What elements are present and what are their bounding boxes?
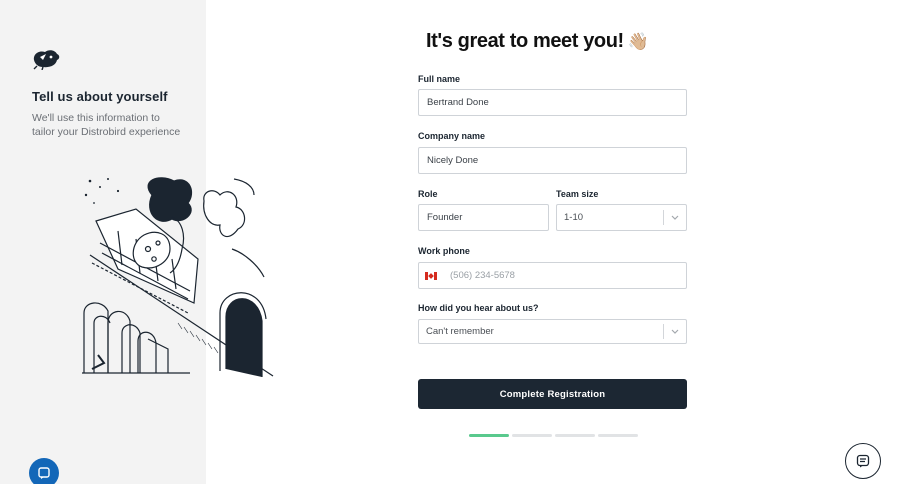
complete-registration-button[interactable]: Complete Registration [418,379,687,409]
role-input[interactable] [418,204,549,231]
sidebar-description: We'll use this information to tailor you… [32,112,181,138]
referral-value: Can't remember [426,326,494,337]
company-name-label: Company name [418,131,486,141]
chevron-down-icon [664,215,686,220]
progress-step-1 [469,434,509,437]
page-title: It's great to meet you! 👋🏼 [426,30,649,53]
company-name-input[interactable] [418,147,687,174]
work-phone-field[interactable] [418,262,687,289]
team-size-select[interactable]: 1-10 [556,204,687,231]
canada-flag-icon[interactable] [425,271,437,280]
full-name-label: Full name [418,74,461,84]
message-icon [856,454,870,468]
progress-step-2 [512,434,552,437]
referral-label: How did you hear about us? [418,303,539,313]
person-riding-train-illustration [82,177,274,377]
chat-launcher-button[interactable] [29,458,59,484]
chevron-down-icon [664,329,686,334]
sidebar: Tell us about yourself We'll use this in… [0,0,274,484]
help-chat-button[interactable] [845,443,881,479]
waving-hand-icon: 👋🏼 [627,32,649,51]
sidebar-title: Tell us about yourself [32,89,168,104]
work-phone-label: Work phone [418,246,470,256]
team-size-value: 1-10 [564,212,584,223]
distrobird-logo-icon [33,50,60,70]
role-label: Role [418,189,438,199]
chat-bubble-icon [38,467,50,479]
progress-step-3 [555,434,595,437]
team-size-label: Team size [556,189,599,199]
full-name-input[interactable] [418,89,687,116]
work-phone-input[interactable] [450,263,686,288]
progress-step-4 [598,434,638,437]
step-progress-indicator [469,434,638,437]
referral-select[interactable]: Can't remember [418,319,687,344]
page-title-text: It's great to meet you! [426,30,624,52]
